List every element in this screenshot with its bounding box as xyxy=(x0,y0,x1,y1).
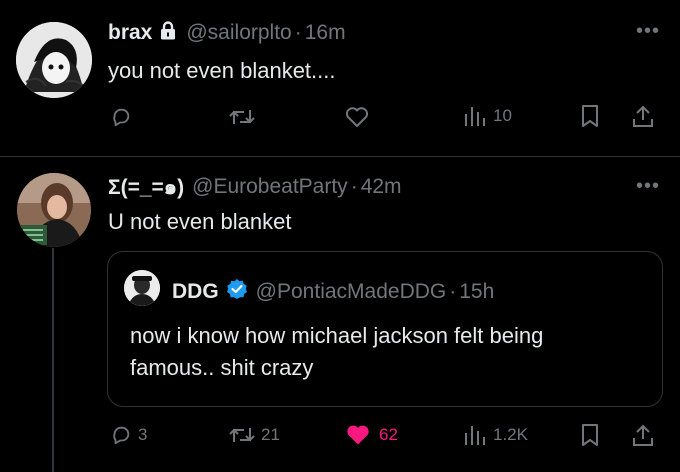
display-name[interactable]: DDG xyxy=(172,280,219,304)
tweet-text: U not even blanket xyxy=(108,209,292,234)
separator: · xyxy=(449,280,457,303)
separator: · xyxy=(350,175,358,198)
bookmark-button[interactable] xyxy=(580,423,600,447)
avatar[interactable] xyxy=(124,270,160,306)
heart-filled-icon xyxy=(347,425,369,445)
verified-badge-icon xyxy=(226,278,248,306)
reply-button[interactable]: 3 xyxy=(110,424,147,446)
quote-text: now i know how michael jackson felt bein… xyxy=(130,320,543,384)
like-button[interactable]: 62 xyxy=(345,424,398,446)
reply-button[interactable] xyxy=(110,106,132,128)
reply-count: 3 xyxy=(138,425,148,444)
share-icon xyxy=(633,424,653,446)
handle[interactable]: @sailorplto xyxy=(186,21,291,45)
share-button[interactable] xyxy=(632,423,654,447)
bookmark-icon xyxy=(582,105,598,127)
views-button[interactable]: 10 xyxy=(463,104,512,128)
handle[interactable]: @EurobeatParty xyxy=(192,175,348,199)
views-count: 1.2K xyxy=(493,425,528,444)
tweet-header: brax @sailorplto · 16m xyxy=(108,19,346,47)
retweet-button[interactable] xyxy=(229,106,255,128)
display-name[interactable]: brax xyxy=(108,21,152,45)
share-icon xyxy=(633,105,653,127)
avatar[interactable] xyxy=(16,22,92,98)
quoted-tweet[interactable]: DDG @PontiacMadeDDG · 15h now i know how… xyxy=(107,251,663,407)
retweet-icon xyxy=(229,110,255,124)
reply-icon xyxy=(113,426,130,445)
views-button[interactable]: 1.2K xyxy=(463,423,528,447)
bookmark-button[interactable] xyxy=(580,104,600,128)
retweet-icon xyxy=(229,428,255,442)
more-options-icon[interactable]: ••• xyxy=(636,176,660,196)
manga-avatar-icon xyxy=(16,22,92,98)
quote-header: DDG @PontiacMadeDDG · 15h xyxy=(172,278,494,306)
like-button[interactable] xyxy=(345,106,369,128)
lock-icon xyxy=(160,20,176,46)
quote-text-line-1: now i know how michael jackson felt bein… xyxy=(130,323,544,348)
tweet-header: Σ(=_=๑) @EurobeatParty · 42m xyxy=(108,173,402,201)
person-avatar-icon xyxy=(124,270,160,306)
display-name[interactable]: Σ(=_=๑) xyxy=(108,171,184,204)
more-options-icon[interactable]: ••• xyxy=(636,21,660,41)
timestamp[interactable]: 16m xyxy=(305,21,346,45)
tweet-text: you not even blanket.... xyxy=(108,58,336,83)
views-count: 10 xyxy=(493,106,512,125)
retweet-count: 21 xyxy=(261,425,280,444)
quote-text-line-2: famous.. shit crazy xyxy=(130,355,314,380)
timestamp[interactable]: 15h xyxy=(459,280,494,304)
tweet-1[interactable]: brax @sailorplto · 16m ••• you not even … xyxy=(0,0,680,157)
timestamp[interactable]: 42m xyxy=(361,175,402,199)
retweet-button[interactable]: 21 xyxy=(229,424,280,446)
share-button[interactable] xyxy=(632,104,654,128)
like-count: 62 xyxy=(379,425,398,444)
photo-avatar-icon xyxy=(17,173,91,247)
reply-icon xyxy=(113,108,130,127)
separator: · xyxy=(294,21,302,44)
analytics-icon xyxy=(465,426,485,445)
avatar[interactable] xyxy=(17,173,91,247)
heart-icon xyxy=(345,107,369,127)
analytics-icon xyxy=(465,107,485,126)
bookmark-icon xyxy=(582,424,598,446)
handle[interactable]: @PontiacMadeDDG xyxy=(256,280,447,304)
